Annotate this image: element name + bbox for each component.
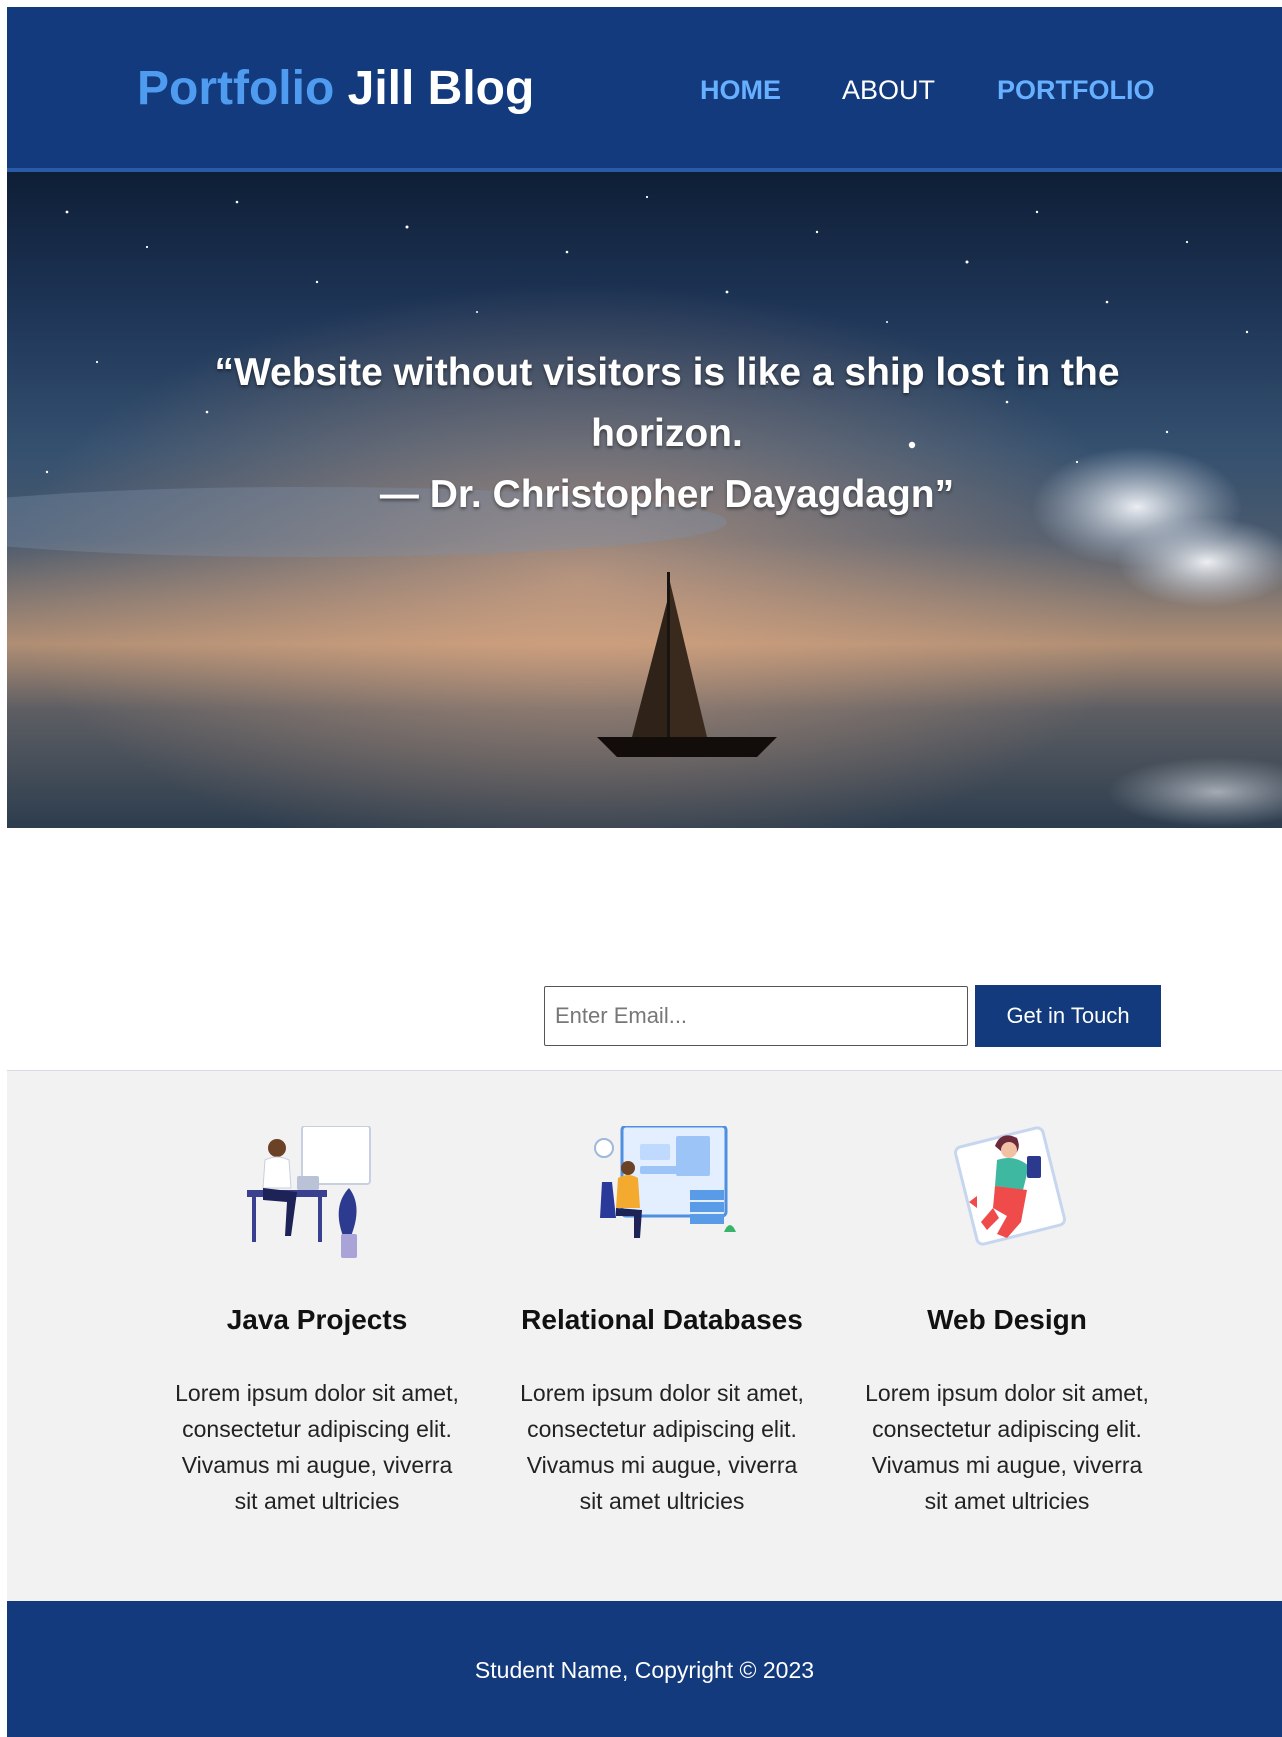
service-title: Relational Databases [521,1304,803,1335]
description-line: sit amet ultricies [234,1488,400,1514]
service-description: Lorem ipsum dolor sit amet, consectetur … [152,1375,482,1519]
person-at-desk-icon [247,1126,371,1258]
person-with-database-icon [594,1126,736,1238]
site-footer: Student Name, Copyright © 2023 [7,1601,1282,1737]
description-line: consectetur adipiscing elit. [182,1416,452,1442]
description-line: sit amet ultricies [924,1488,1090,1514]
services-section: Java Projects Lorem ipsum dolor sit amet… [7,1070,1282,1602]
nav-about-link[interactable]: ABOUT [842,77,935,104]
email-input[interactable] [544,986,968,1046]
quote-line: “Website without visitors is like a ship… [214,351,1120,394]
description-line: Vivamus mi augue, viverra [526,1452,798,1478]
description-line: Vivamus mi augue, viverra [181,1452,453,1478]
description-line: sit amet ultricies [579,1488,745,1514]
service-title: Web Design [927,1304,1087,1335]
quote-author: — Dr. Christopher Dayagdagn” [379,473,955,516]
description-line: Lorem ipsum dolor sit amet, [865,1380,1149,1406]
site-logo[interactable]: Portfolio Jill Blog [137,65,534,113]
description-line: Vivamus mi augue, viverra [871,1452,1143,1478]
get-in-touch-button[interactable]: Get in Touch [975,985,1161,1047]
description-line: Lorem ipsum dolor sit amet, [520,1380,804,1406]
nav-portfolio-link[interactable]: PORTFOLIO [997,77,1155,104]
hero-quote: “Website without visitors is like a ship… [97,342,1237,525]
service-description: Lorem ipsum dolor sit amet, consectetur … [497,1375,827,1519]
copyright-text: Student Name, Copyright © 2023 [474,1657,815,1683]
quote-line: horizon. [591,412,743,455]
description-line: Lorem ipsum dolor sit amet, [175,1380,459,1406]
service-title: Java Projects [226,1304,408,1335]
site-header: Portfolio Jill Blog HOME ABOUT PORTFOLIO [7,7,1282,172]
description-line: consectetur adipiscing elit. [527,1416,797,1442]
description-line: consectetur adipiscing elit. [872,1416,1142,1442]
person-with-phone-icon [954,1126,1066,1246]
hero-banner: “Website without visitors is like a ship… [7,172,1282,828]
page: Portfolio Jill Blog HOME ABOUT PORTFOLIO [7,7,1282,1737]
service-description: Lorem ipsum dolor sit amet, consectetur … [842,1375,1172,1519]
brand-main-text: Jill Blog [347,62,535,115]
brand-accent-text: Portfolio [137,62,335,115]
nav-home-link[interactable]: HOME [700,77,781,104]
